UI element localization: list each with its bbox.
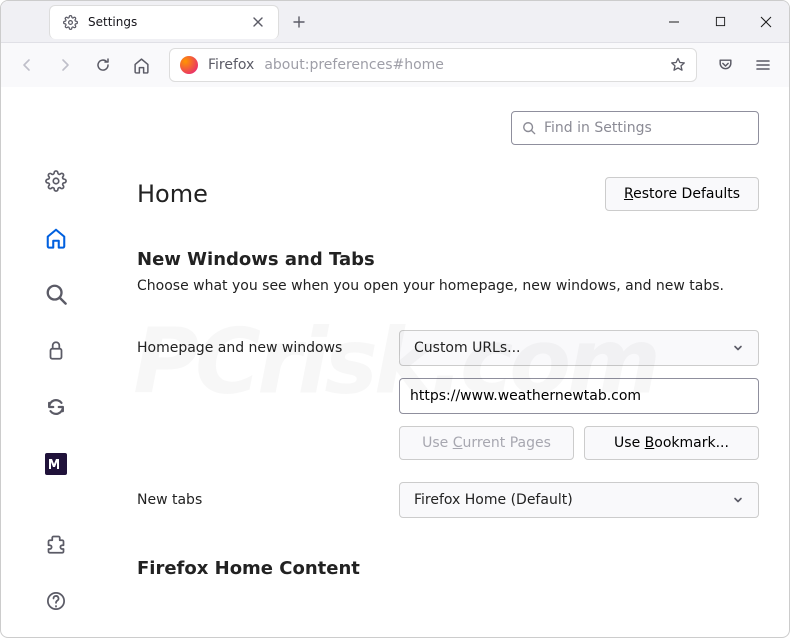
url-identity-label: Firefox <box>208 57 254 73</box>
sidebar-search[interactable] <box>39 278 73 311</box>
new-tab-button[interactable] <box>285 8 313 36</box>
home-button[interactable] <box>125 49 157 81</box>
titlebar: Settings <box>1 1 789 43</box>
close-window-button[interactable] <box>743 1 789 43</box>
close-icon[interactable] <box>250 14 266 30</box>
chevron-down-icon <box>732 494 744 506</box>
url-bar[interactable]: Firefox about:preferences#home <box>169 48 697 82</box>
pocket-button[interactable] <box>709 49 741 81</box>
back-button[interactable] <box>11 49 43 81</box>
bookmark-star-icon[interactable] <box>670 57 686 73</box>
forward-button[interactable] <box>49 49 81 81</box>
page-title: Home <box>137 180 208 208</box>
homepage-select-value: Custom URLs... <box>414 340 521 356</box>
restore-defaults-button[interactable]: Restore Defaults <box>605 177 759 211</box>
homepage-select[interactable]: Custom URLs... <box>399 330 759 366</box>
newtabs-select-value: Firefox Home (Default) <box>414 492 573 508</box>
section-new-windows-desc: Choose what you see when you open your h… <box>137 278 759 294</box>
main-content: Home Restore Defaults New Windows and Ta… <box>111 87 789 637</box>
settings-search-input[interactable] <box>544 120 748 136</box>
firefox-logo-icon <box>180 56 198 74</box>
reload-button[interactable] <box>87 49 119 81</box>
gear-icon <box>62 14 78 30</box>
newtabs-select[interactable]: Firefox Home (Default) <box>399 482 759 518</box>
sidebar-extensions[interactable] <box>39 528 73 561</box>
section-home-content-title: Firefox Home Content <box>137 558 759 579</box>
chevron-down-icon <box>732 342 744 354</box>
navbar: Firefox about:preferences#home <box>1 43 789 87</box>
sidebar-general[interactable] <box>39 165 73 198</box>
browser-tab[interactable]: Settings <box>49 5 279 39</box>
url-text: about:preferences#home <box>264 57 660 73</box>
use-bookmark-button[interactable]: Use Bookmark... <box>584 426 759 460</box>
sidebar-help[interactable] <box>39 585 73 618</box>
maximize-button[interactable] <box>697 1 743 43</box>
settings-search[interactable] <box>511 111 759 145</box>
app-menu-button[interactable] <box>747 49 779 81</box>
section-new-windows-title: New Windows and Tabs <box>137 249 759 270</box>
homepage-label: Homepage and new windows <box>137 340 399 356</box>
use-current-pages-button[interactable]: Use Current Pages <box>399 426 574 460</box>
window-controls <box>651 1 789 43</box>
newtabs-label: New tabs <box>137 492 399 508</box>
sidebar-privacy[interactable] <box>39 335 73 368</box>
sidebar-sync[interactable] <box>39 391 73 424</box>
sidebar <box>1 87 111 637</box>
search-icon <box>522 121 536 135</box>
tab-title: Settings <box>88 15 240 29</box>
sidebar-more-mozilla[interactable] <box>39 448 73 481</box>
homepage-url-input[interactable] <box>399 378 759 414</box>
sidebar-home[interactable] <box>39 222 73 255</box>
minimize-button[interactable] <box>651 1 697 43</box>
